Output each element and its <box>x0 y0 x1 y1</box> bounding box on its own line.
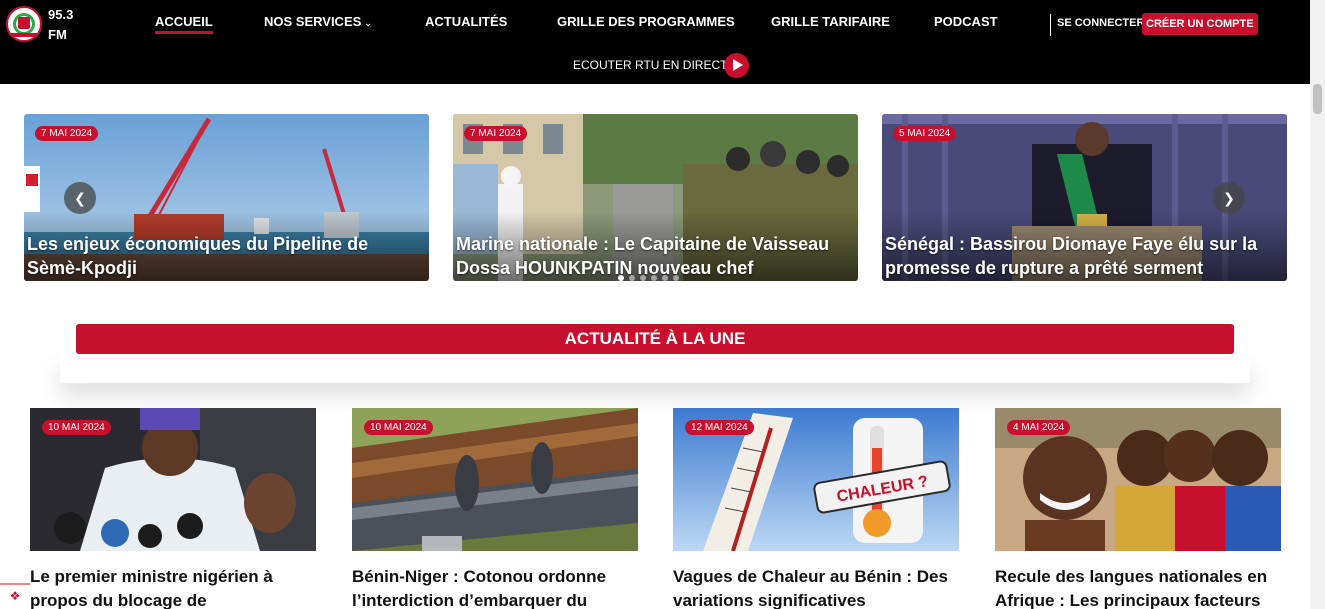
nav-item-schedule[interactable]: GRILLE DES PROGRAMMES <box>557 14 735 34</box>
carousel-dot[interactable] <box>651 275 657 281</box>
nav-item-services[interactable]: NOS SERVICES ⌄ <box>264 14 372 34</box>
signup-button[interactable]: CRÉER UN COMPTE <box>1142 13 1258 35</box>
section-title: ACTUALITÉ À LA UNE <box>76 324 1234 354</box>
carousel-slide[interactable]: 7 MAI 2024 Marine nationale : Le Capitai… <box>453 114 858 281</box>
article-thumbnail[interactable]: 4 MAI 2024 <box>995 408 1281 551</box>
banner-shadow <box>60 353 1250 383</box>
chevron-right-icon[interactable]: ❯ <box>1213 182 1245 214</box>
chevron-left-icon[interactable]: ❮ <box>64 182 96 214</box>
chat-widget-icon[interactable]: ❖ <box>0 583 30 609</box>
carousel-dots <box>618 268 684 286</box>
article-title[interactable]: Bénin-Niger : Cotonou ordonne l’interdic… <box>352 565 642 609</box>
article-card[interactable]: 4 MAI 2024 Recule des langues nationales… <box>995 408 1281 609</box>
site-header: 95.3 FM ACCUEIL NOS SERVICES ⌄ ACTUALITÉS… <box>0 0 1310 84</box>
nav-item-home[interactable]: ACCUEIL <box>155 14 213 34</box>
carousel-dot[interactable] <box>662 275 668 281</box>
article-title[interactable]: Vagues de Chaleur au Bénin : Des variati… <box>673 565 963 609</box>
date-badge: 10 MAI 2024 <box>364 420 433 435</box>
date-badge: 7 MAI 2024 <box>464 126 528 141</box>
article-card[interactable]: 10 MAI 2024 Le premier ministre nigérien… <box>30 408 316 609</box>
frequency-label: 95.3 FM <box>48 5 73 45</box>
rtu-logo-icon[interactable] <box>6 6 42 42</box>
frequency-number: 95.3 <box>48 7 74 22</box>
nav-item-services-label: NOS SERVICES <box>264 14 362 29</box>
listen-live-link[interactable]: ECOUTER RTU EN DIRECT <box>573 58 727 72</box>
article-card[interactable]: 10 MAI 2024 Bénin-Niger : Cotonou ordonn… <box>352 408 638 609</box>
login-link[interactable]: SE CONNECTER <box>1057 17 1144 29</box>
slide-title[interactable]: Les enjeux économiques du Pipeline de Sè… <box>27 232 423 280</box>
date-badge: 5 MAI 2024 <box>893 126 957 141</box>
article-thumbnail[interactable]: 10 MAI 2024 <box>30 408 316 551</box>
article-title[interactable]: Recule des langues nationales en Afrique… <box>995 565 1285 609</box>
carousel-dot[interactable] <box>673 275 679 281</box>
scrollbar-thumb[interactable] <box>1313 84 1322 114</box>
slide-title[interactable]: Sénégal : Bassirou Diomaye Faye élu sur … <box>885 232 1281 280</box>
article-thumbnail[interactable]: 10 MAI 2024 <box>352 408 638 551</box>
nav-item-rates[interactable]: GRILLE TARIFAIRE <box>771 14 890 34</box>
page: 95.3 FM ACCUEIL NOS SERVICES ⌄ ACTUALITÉS… <box>0 0 1325 609</box>
carousel-dot[interactable] <box>629 275 635 281</box>
date-badge: 7 MAI 2024 <box>35 126 99 141</box>
article-title[interactable]: Le premier ministre nigérien à propos du… <box>30 565 320 609</box>
date-badge: 10 MAI 2024 <box>42 420 111 435</box>
chevron-down-icon: ⌄ <box>364 18 372 28</box>
article-card[interactable]: CHALEUR ? 12 MAI 2024 Vagues de Chaleur … <box>673 408 959 609</box>
frequency-band: FM <box>48 27 67 42</box>
nav-item-podcast[interactable]: PODCAST <box>934 14 998 34</box>
nav-divider <box>1050 14 1051 36</box>
article-thumbnail[interactable]: CHALEUR ? 12 MAI 2024 <box>673 408 959 551</box>
date-badge: 12 MAI 2024 <box>685 420 754 435</box>
date-badge: 4 MAI 2024 <box>1007 420 1071 435</box>
carousel-dot[interactable] <box>640 275 646 281</box>
nav-item-news[interactable]: ACTUALITÉS <box>425 14 507 34</box>
play-icon[interactable] <box>724 53 749 78</box>
carousel-dot[interactable] <box>618 275 624 281</box>
scrollbar[interactable] <box>1310 0 1325 609</box>
